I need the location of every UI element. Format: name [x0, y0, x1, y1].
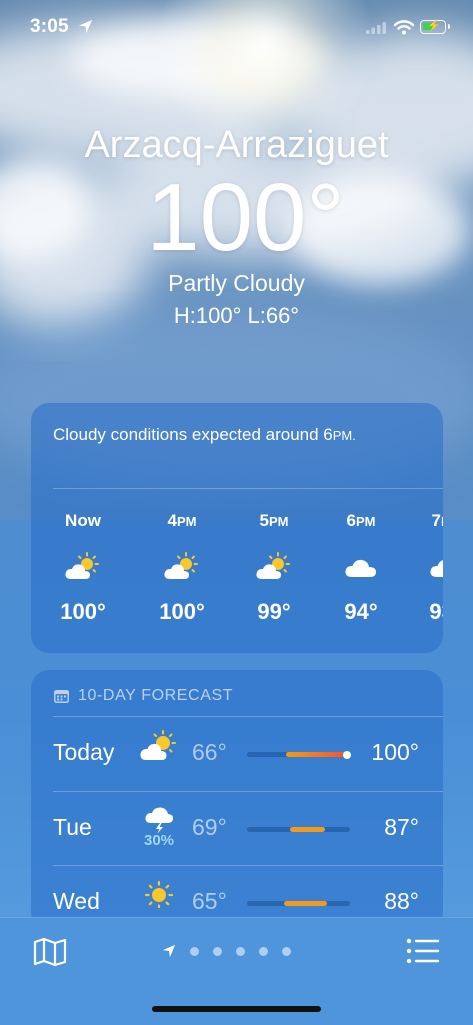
- page-dot[interactable]: [236, 946, 245, 956]
- hour-label: 5: [259, 511, 269, 530]
- hour-suffix: PM: [441, 514, 443, 529]
- current-temperature: 100°: [146, 164, 345, 271]
- forecast-day: Today: [53, 739, 115, 765]
- thunderstorm-icon: 30%: [137, 804, 181, 852]
- cloud-icon: [411, 545, 443, 589]
- temperature-range-bar: [286, 752, 345, 757]
- forecast-high: 88°: [384, 888, 419, 914]
- hour-label: Now: [65, 511, 101, 530]
- forecast-header: 10-DAY FORECAST: [53, 687, 233, 705]
- page-dot[interactable]: [190, 946, 199, 956]
- hour-temperature: 93°: [429, 599, 443, 624]
- ten-day-forecast-card[interactable]: 10-DAY FORECAST Today 66° 100° Tue 30% 6…: [31, 670, 443, 930]
- hour-suffix: PM: [268, 514, 289, 529]
- hourly-summary-main: Cloudy conditions expected around 6: [53, 425, 333, 444]
- cloud-icon: [326, 545, 396, 589]
- page-dot[interactable]: [213, 946, 222, 956]
- bottom-toolbar: [0, 917, 473, 1025]
- current-temperature-marker: [342, 750, 351, 759]
- hour-label: 6: [346, 511, 356, 530]
- status-time: 3:05: [30, 16, 69, 37]
- battery-icon: ⚡: [420, 20, 450, 34]
- temperature-range-track: [247, 901, 350, 906]
- temperature-range-track: [247, 827, 350, 832]
- temperature-range-bar: [290, 827, 326, 832]
- hour-label: 7: [431, 511, 441, 530]
- hour-temperature: 99°: [257, 599, 291, 624]
- hourly-summary: Cloudy conditions expected around 6PM.: [53, 423, 413, 448]
- hourly-item[interactable]: 5PM 99°: [239, 511, 309, 625]
- page-dot[interactable]: [282, 946, 291, 956]
- temperature-range-bar: [284, 901, 328, 906]
- condition-text: Partly Cloudy: [168, 270, 305, 296]
- location-arrow-icon: [78, 19, 93, 34]
- precipitation-chance: 30%: [143, 832, 175, 849]
- forecast-low: 66°: [192, 739, 227, 765]
- hour-label: 4: [167, 511, 177, 530]
- hour-suffix: PM: [176, 514, 197, 529]
- hourly-item[interactable]: 6PM 94°: [326, 511, 396, 625]
- hourly-summary-suffix: PM.: [332, 428, 356, 443]
- hourly-item[interactable]: 7PM 93°: [411, 511, 443, 625]
- wifi-icon: [394, 20, 414, 35]
- partly-cloudy-day-icon: [48, 545, 118, 589]
- forecast-low: 65°: [192, 888, 227, 914]
- home-indicator[interactable]: [152, 1006, 321, 1012]
- forecast-day: Wed: [53, 888, 100, 914]
- hour-suffix: PM: [355, 514, 376, 529]
- hour-temperature: 100°: [60, 599, 106, 624]
- forecast-row[interactable]: Today 66° 100°: [31, 717, 443, 791]
- temperature-range-track: [247, 750, 351, 759]
- forecast-low: 69°: [192, 814, 227, 840]
- high-low-text: H:100° L:66°: [173, 303, 300, 328]
- page-dot[interactable]: [259, 946, 268, 956]
- calendar-icon: [54, 690, 69, 703]
- forecast-high: 100°: [371, 739, 419, 765]
- hourly-divider: [53, 488, 443, 489]
- forecast-title: 10-DAY FORECAST: [78, 687, 234, 704]
- map-icon[interactable]: [33, 937, 67, 967]
- hourly-item[interactable]: 4PM 100°: [147, 511, 217, 625]
- forecast-high: 87°: [384, 814, 419, 840]
- city-name: Arzacq-Arraziguet: [84, 124, 389, 166]
- hourly-item[interactable]: Now 100°: [48, 511, 118, 625]
- current-location-icon: [162, 944, 176, 958]
- hour-temperature: 94°: [344, 599, 378, 624]
- partly-cloudy-day-icon: [147, 545, 217, 589]
- status-bar: 3:05 ⚡: [0, 0, 473, 60]
- hourly-forecast-card[interactable]: Cloudy conditions expected around 6PM. N…: [31, 403, 443, 653]
- cellular-signal-icon: [366, 22, 386, 34]
- page-indicator[interactable]: [162, 944, 291, 958]
- list-icon[interactable]: [406, 938, 440, 964]
- partly-cloudy-day-icon: [239, 545, 309, 589]
- hour-temperature: 100°: [159, 599, 205, 624]
- partly-cloudy-day-icon: [137, 729, 181, 777]
- forecast-day: Tue: [53, 814, 92, 840]
- forecast-row[interactable]: Tue 30% 69° 87°: [31, 792, 443, 866]
